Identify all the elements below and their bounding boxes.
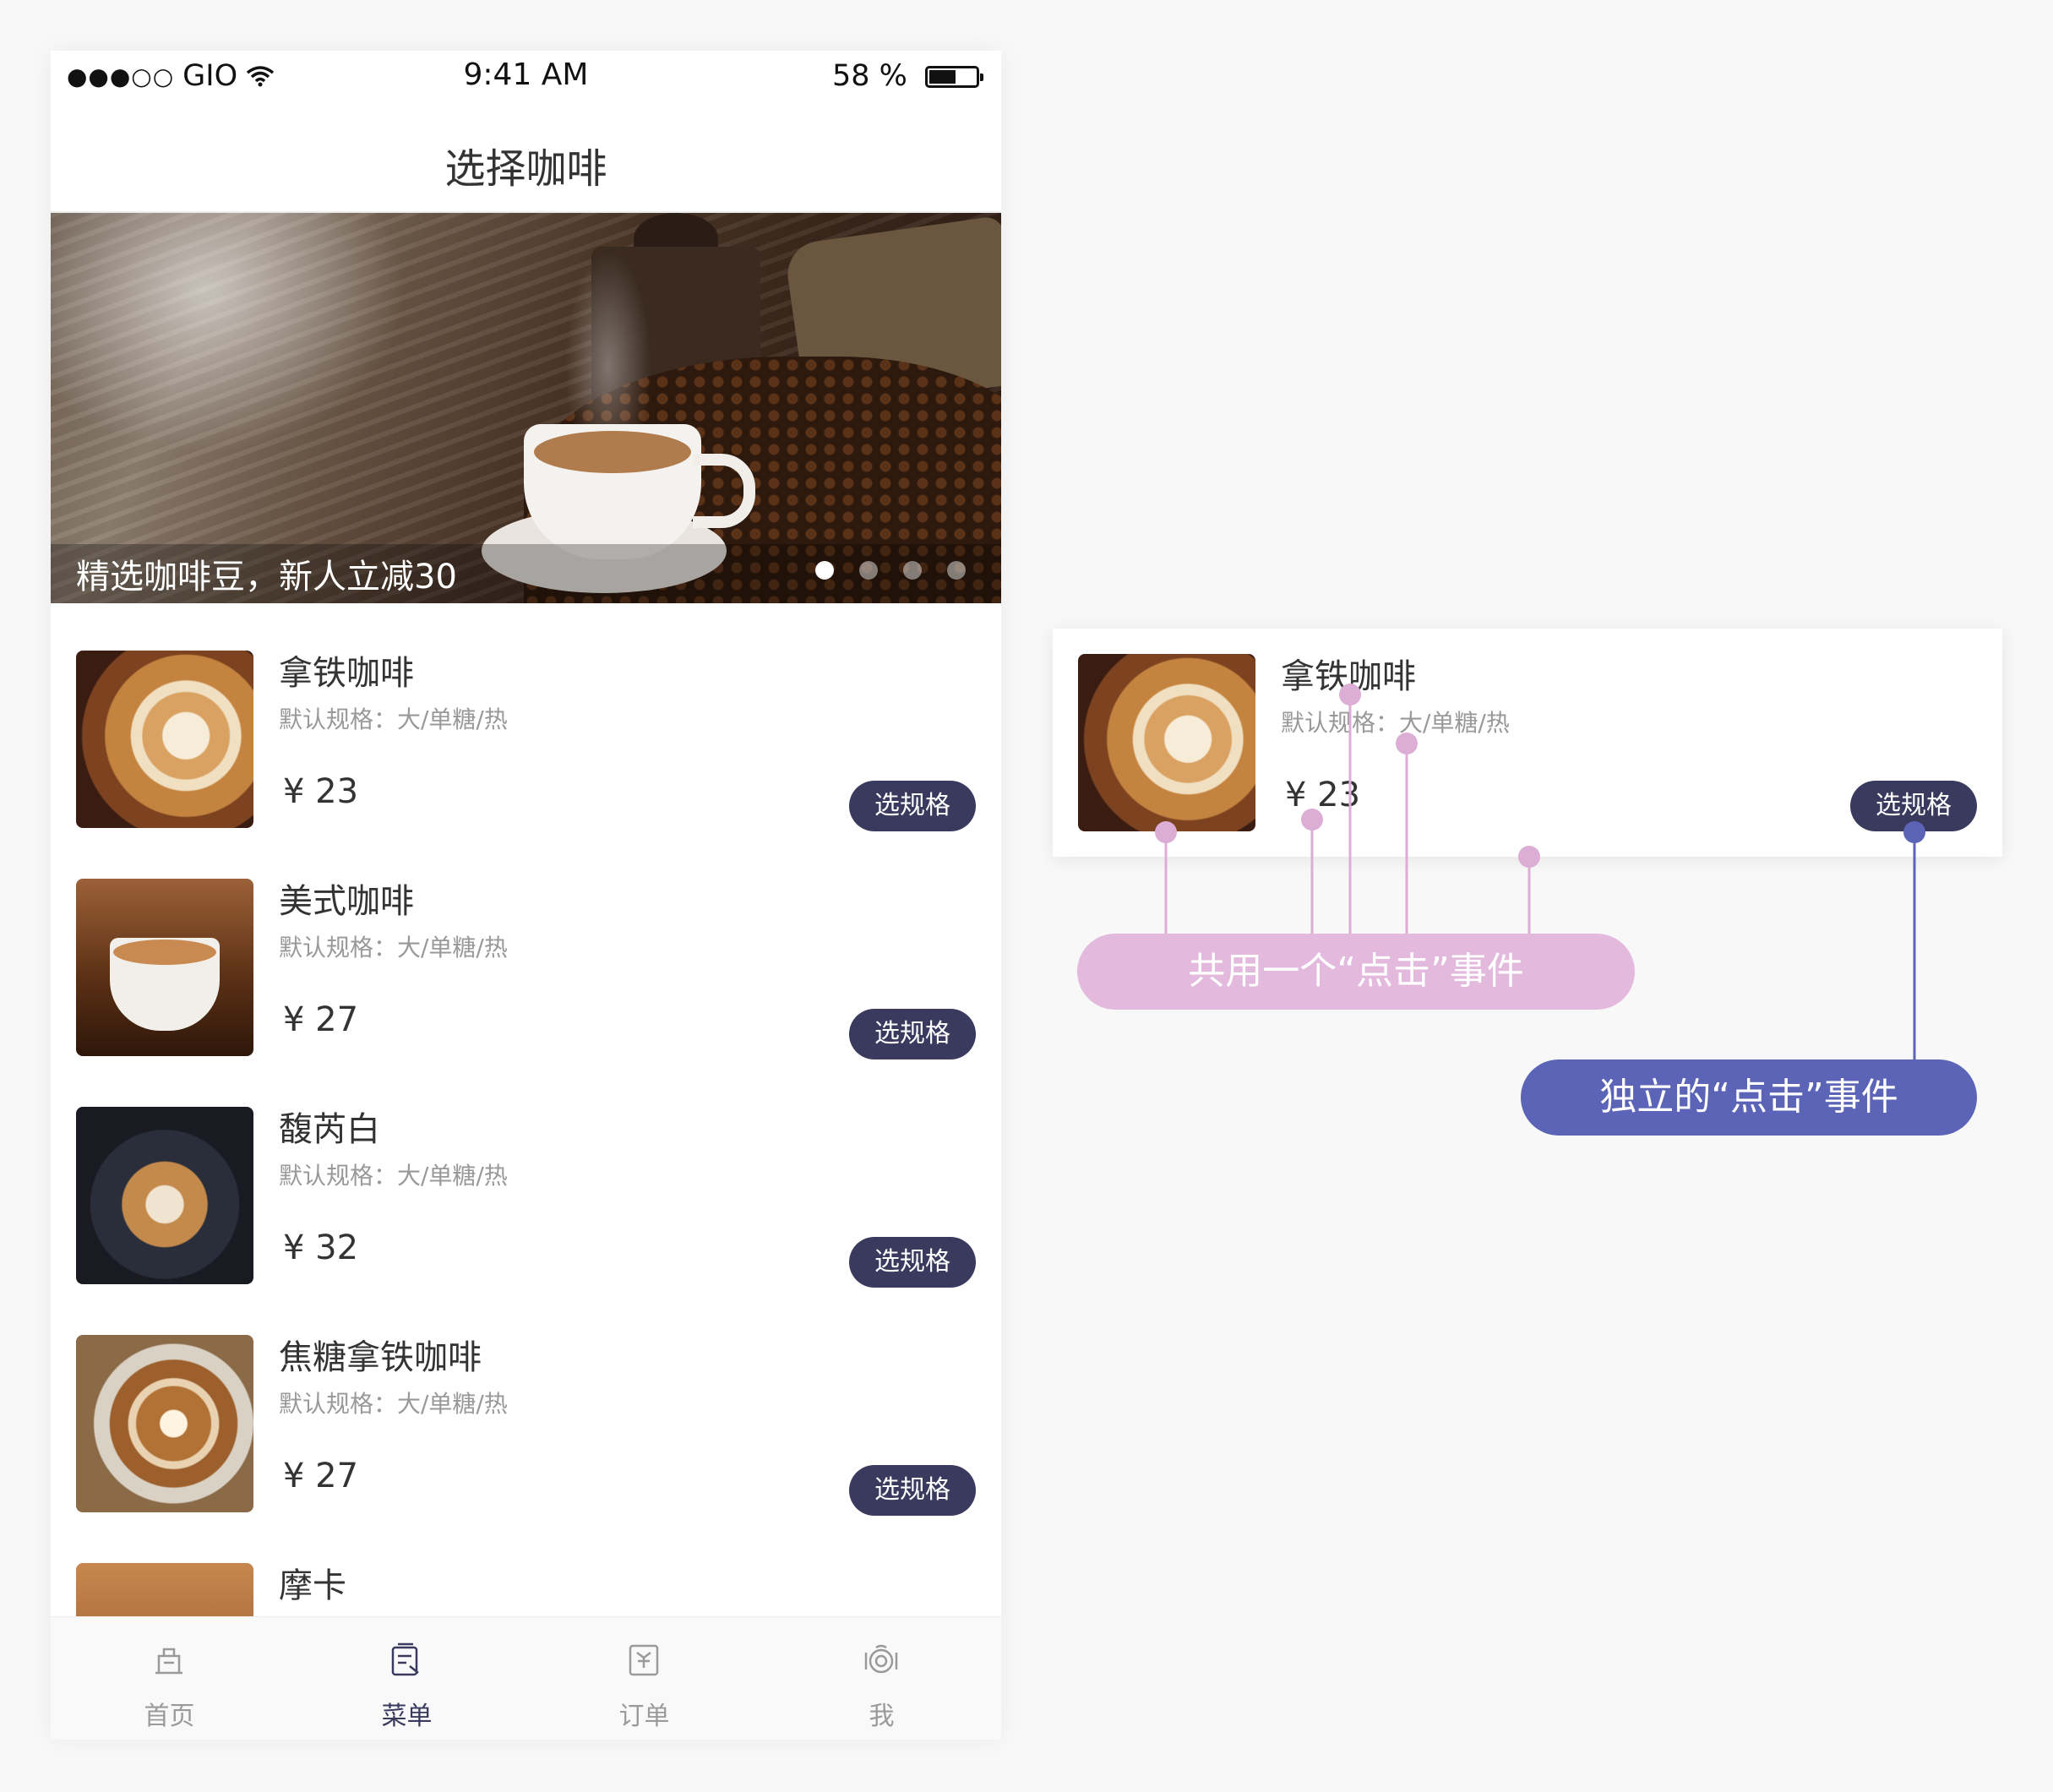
select-spec-button[interactable]: 选规格	[849, 1465, 976, 1516]
product-price: ¥ 23	[283, 772, 359, 811]
tab-profile[interactable]: 我	[763, 1617, 1000, 1740]
banner-dot[interactable]	[815, 561, 834, 580]
product-price: ¥ 32	[283, 1228, 359, 1267]
shared-click-event-label: 共用一个“点击”事件	[1077, 934, 1635, 1010]
tab-label: 我	[869, 1702, 895, 1731]
product-item-caramel-latte[interactable]: 焦糖拿铁咖啡 默认规格：大/单糖/热 ¥ 27 选规格	[51, 1288, 1001, 1516]
phone-screen: ●●●○○ GIO 9:41 AM 58 % 选择咖啡 精选咖啡豆，新人立减30	[51, 51, 1001, 1740]
product-spec: 默认规格：大/单糖/热	[279, 705, 508, 733]
select-spec-button[interactable]: 选规格	[849, 1237, 976, 1288]
product-item-americano[interactable]: 美式咖啡 默认规格：大/单糖/热 ¥ 27 选规格	[51, 831, 1001, 1059]
profile-icon	[864, 1644, 898, 1674]
product-list: 拿铁咖啡 默认规格：大/单糖/热 ¥ 23 选规格 美式咖啡 默认规格：大/单糖…	[51, 603, 1001, 1668]
product-spec: 默认规格：大/单糖/热	[279, 934, 508, 961]
tab-home[interactable]: 首页	[51, 1617, 288, 1740]
product-item-latte[interactable]: 拿铁咖啡 默认规格：大/单糖/热 ¥ 23 选规格	[51, 603, 1001, 831]
tab-orders[interactable]: 订单	[526, 1617, 763, 1740]
product-image-flat-white	[76, 1107, 253, 1284]
product-item-flat-white[interactable]: 馥芮白 默认规格：大/单糖/热 ¥ 32 选规格	[51, 1059, 1001, 1288]
select-spec-button[interactable]: 选规格	[849, 1009, 976, 1059]
tab-label: 菜单	[381, 1702, 433, 1731]
independent-click-event-label: 独立的“点击”事件	[1521, 1059, 1977, 1136]
menu-icon	[391, 1642, 419, 1676]
select-spec-button[interactable]: 选规格	[1850, 781, 1977, 831]
product-spec: 默认规格：大/单糖/热	[279, 1162, 508, 1190]
product-image-latte	[76, 651, 253, 828]
banner-dot[interactable]	[859, 561, 878, 580]
status-bar: ●●●○○ GIO 9:41 AM 58 %	[51, 51, 1001, 110]
tab-label: 首页	[144, 1702, 195, 1731]
product-name: 拿铁咖啡	[1281, 657, 1416, 696]
page-title: 选择咖啡	[444, 145, 607, 193]
banner-pagination[interactable]	[815, 561, 966, 580]
tab-menu[interactable]: 菜单	[288, 1617, 526, 1740]
product-name: 美式咖啡	[279, 882, 414, 921]
home-icon	[155, 1648, 182, 1675]
tab-label: 订单	[618, 1702, 670, 1731]
product-image-latte	[1078, 654, 1255, 831]
promo-banner[interactable]: 精选咖啡豆，新人立减30	[51, 213, 1001, 603]
product-price: ¥ 27	[283, 1457, 359, 1495]
product-spec: 默认规格：大/单糖/热	[279, 1390, 508, 1418]
product-name: 焦糖拿铁咖啡	[279, 1338, 482, 1377]
product-price: ¥ 27	[283, 1000, 359, 1039]
tab-bar: 首页 菜单 订单 我	[51, 1616, 1001, 1740]
product-name: 摩卡	[279, 1566, 346, 1605]
order-icon	[629, 1644, 659, 1676]
product-image-caramel-latte	[76, 1335, 253, 1512]
banner-dot[interactable]	[947, 561, 966, 580]
select-spec-button[interactable]: 选规格	[849, 781, 976, 831]
annotated-product-card[interactable]: 拿铁咖啡 默认规格：大/单糖/热 ¥ 23 选规格	[1053, 629, 2002, 857]
banner-dot[interactable]	[903, 561, 922, 580]
product-name: 馥芮白	[279, 1110, 380, 1149]
banner-caption: 精选咖啡豆，新人立减30	[76, 558, 457, 596]
product-name: 拿铁咖啡	[279, 654, 414, 693]
product-price: ¥ 23	[1285, 776, 1361, 814]
battery-percentage: 58 %	[832, 59, 907, 93]
battery-icon	[925, 66, 983, 88]
product-image-americano	[76, 879, 253, 1056]
product-spec: 默认规格：大/单糖/热	[1281, 709, 1510, 737]
